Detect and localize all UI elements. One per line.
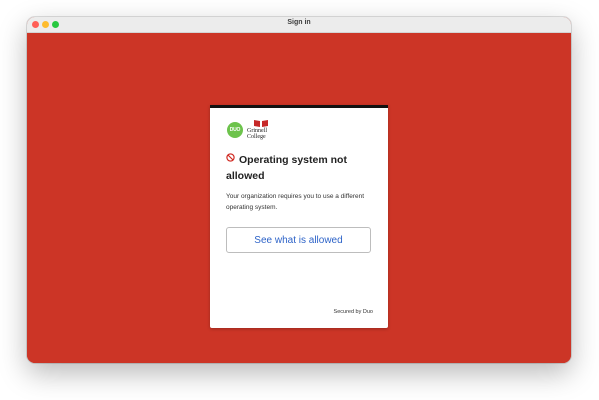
status-description: Your organization requires you to use a … xyxy=(226,193,365,211)
page-content: DUO Grinnell College Operating system no… xyxy=(27,33,571,363)
title-bar: Sign in xyxy=(27,17,571,33)
app-window: Sign in DUO Grinnell College Operating s… xyxy=(27,17,571,363)
duo-logo: DUO xyxy=(227,122,243,138)
auth-card: DUO Grinnell College Operating system no… xyxy=(210,105,388,328)
page-title-line-2: allowed xyxy=(226,170,265,182)
blocked-icon xyxy=(226,153,235,162)
college-crest-icon xyxy=(254,120,268,127)
secured-by-duo-label: Secured by Duo xyxy=(333,309,373,315)
see-what-is-allowed-button[interactable]: See what is allowed xyxy=(226,227,371,253)
status-heading-row: Operating system not allowed xyxy=(226,152,376,184)
organization-logo: Grinnell College xyxy=(247,120,277,142)
page-title: Operating system not allowed xyxy=(226,152,376,184)
page-title-line-1: Operating system not xyxy=(239,154,347,166)
window-title: Sign in xyxy=(287,19,311,26)
organization-name: Grinnell College xyxy=(247,128,267,140)
